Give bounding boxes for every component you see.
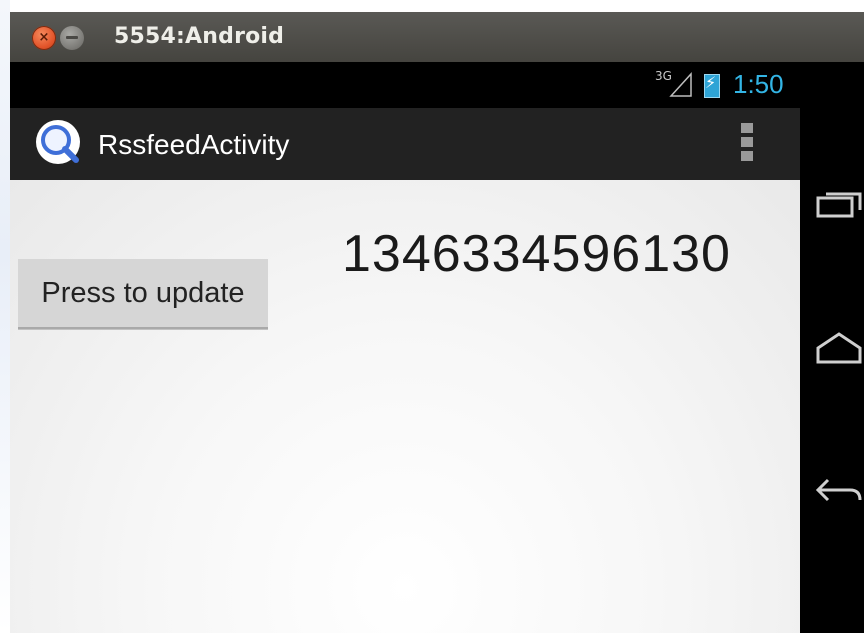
charging-bolt-icon: ⚡ [705,73,717,92]
action-bar-title: RssfeedActivity [98,129,290,160]
window-title: 5554:Android [114,24,285,49]
back-icon[interactable] [814,472,864,512]
close-icon: × [38,30,50,45]
timestamp-text: 1346334596130 [342,225,731,283]
window-close-button[interactable]: × [32,26,56,50]
overflow-menu-icon[interactable] [741,123,755,167]
press-to-update-button[interactable]: Press to update [18,259,268,329]
android-nav-bar [800,108,864,633]
search-icon[interactable] [34,118,86,170]
window-minimize-button[interactable] [60,26,84,50]
minimize-icon [66,36,78,39]
home-icon[interactable] [814,330,864,370]
status-clock: 1:50 [733,69,784,99]
signal-icon [669,72,692,97]
desktop-background-strip [0,0,10,633]
recent-apps-icon[interactable] [814,188,864,228]
